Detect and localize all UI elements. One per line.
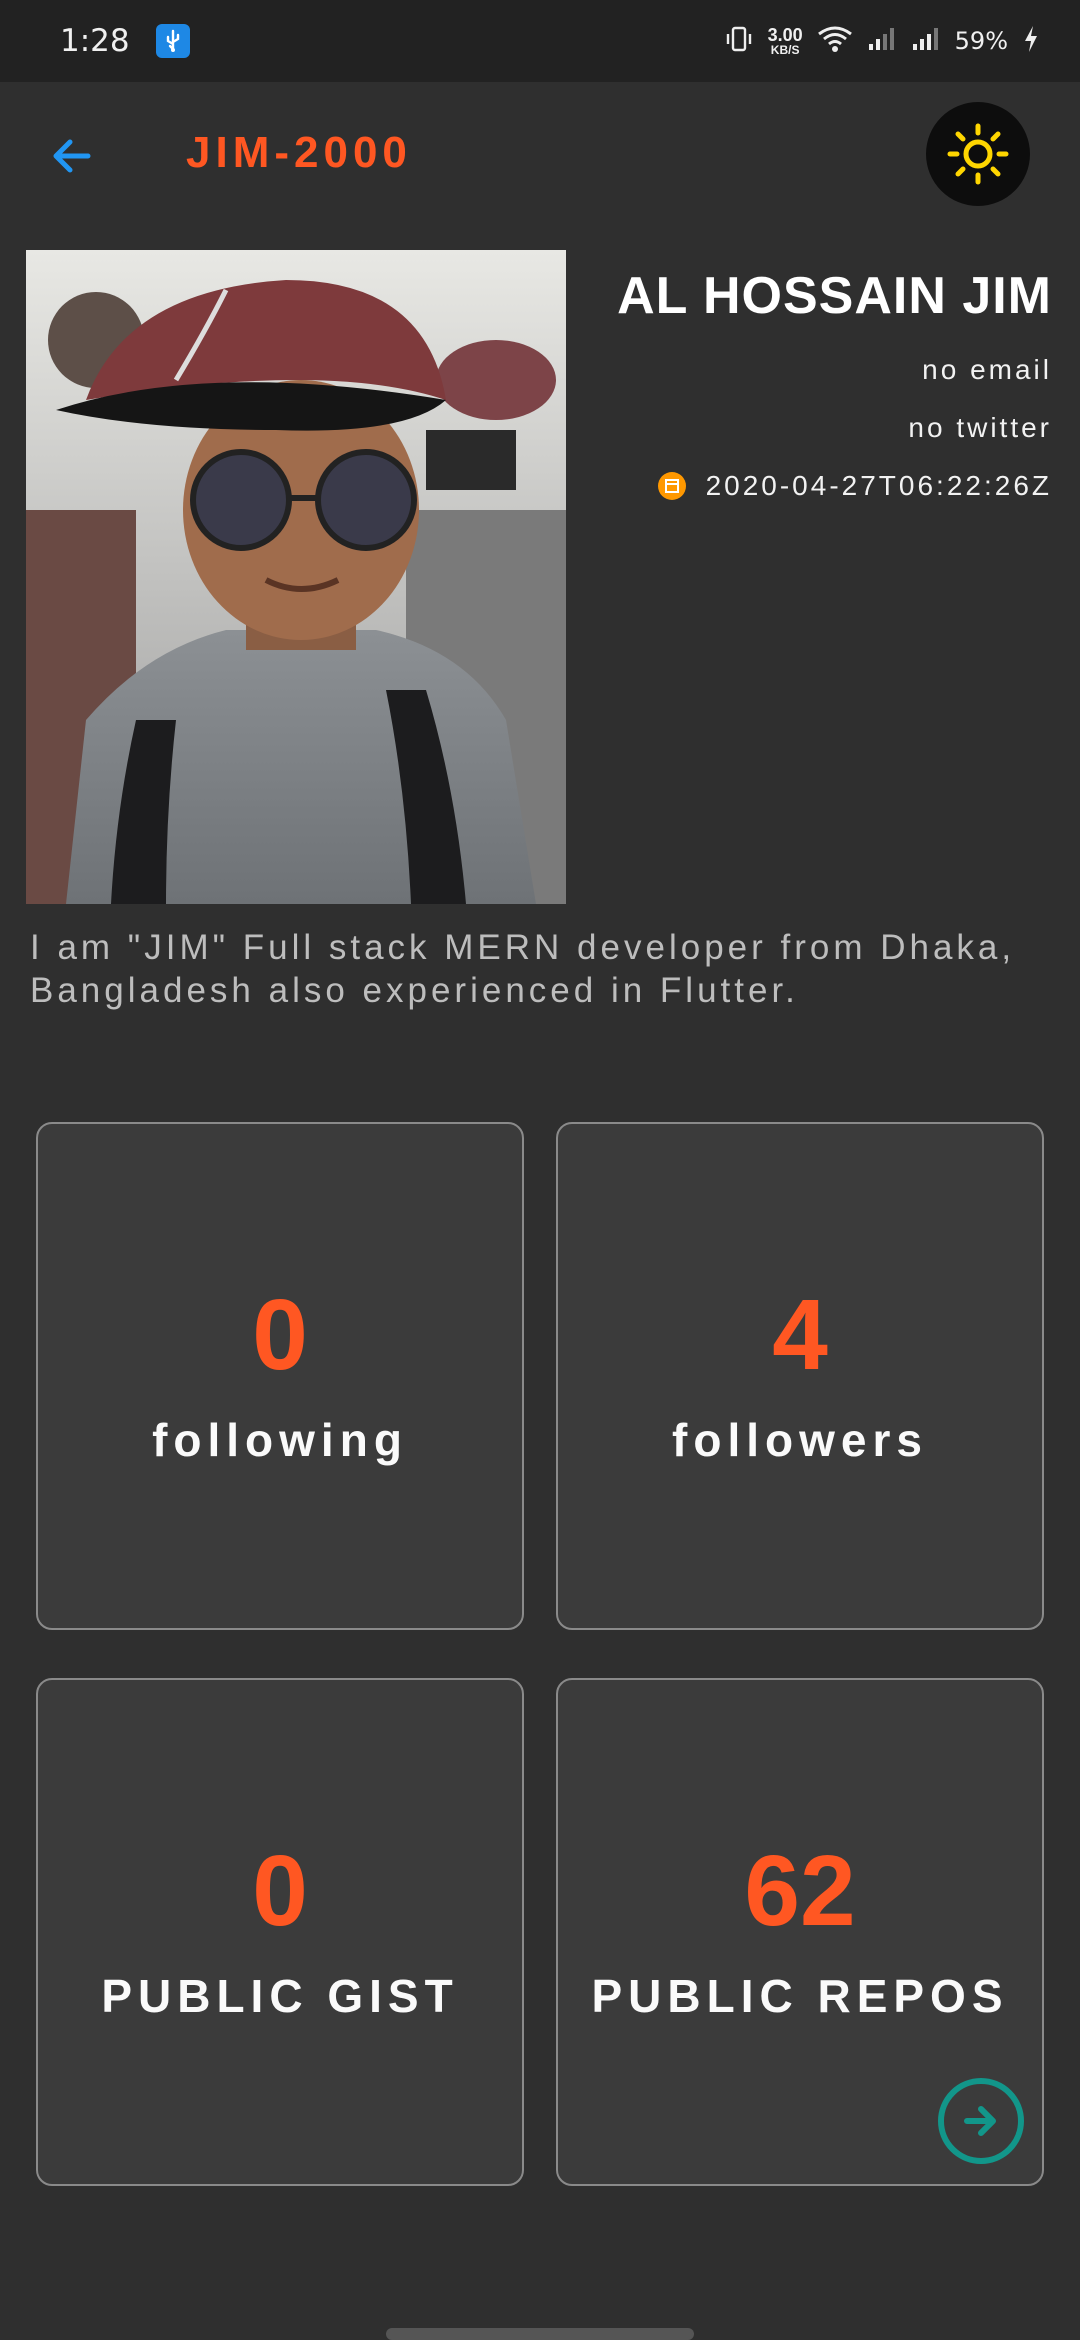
profile-info: AL HOSSAIN JIM no email no twitter 2020-… [617,266,1052,502]
charging-icon [1022,24,1040,59]
profile-name: AL HOSSAIN JIM [617,267,1052,325]
status-time: 1:28 [60,23,130,59]
public-gist-label: PUBLIC GIST [101,1970,459,2022]
network-speed: 3.00 KB/S [768,26,803,56]
following-count: 0 [252,1279,308,1391]
app-bar: JIM-2000 [0,82,1080,228]
followers-label: followers [672,1414,928,1466]
home-indicator[interactable] [386,2328,694,2340]
arrow-right-icon [964,2106,996,2136]
following-card[interactable]: 0 following [36,1122,524,1630]
profile-email: no email [922,354,1052,385]
vibrate-icon [724,24,754,59]
wifi-icon [817,24,853,59]
public-repos-card[interactable]: 62 PUBLIC REPOS [556,1678,1044,2186]
network-speed-value: 3.00 [767,25,803,45]
public-gist-card[interactable]: 0 PUBLIC GIST [36,1678,524,2186]
back-arrow-icon [53,139,91,173]
status-bar: 1:28 3.00 KB/S 59% [0,0,1080,82]
public-repos-count: 62 [744,1835,856,1947]
calendar-icon [657,472,686,500]
profile-created-row: 2020-04-27T06:22:26Z [617,470,1052,502]
profile-bio: I am "JIM" Full stack MERN developer fro… [30,928,1016,1010]
network-speed-unit: KB/S [770,43,800,57]
app-title: JIM-2000 [186,128,412,177]
sun-icon [947,123,1009,185]
public-repos-label: PUBLIC REPOS [591,1970,1009,2022]
signal-icon-sim2 [911,24,941,59]
signal-icon-sim1 [867,24,897,59]
battery-level: 59% [954,27,1008,55]
profile-created-date: 2020-04-27T06:22:26Z [705,470,1052,501]
usb-icon [155,24,190,58]
back-button[interactable] [40,124,104,188]
theme-toggle-button[interactable] [926,102,1030,206]
followers-card[interactable]: 4 followers [556,1122,1044,1630]
open-repos-button[interactable] [938,2078,1024,2164]
public-gist-count: 0 [252,1835,308,1947]
followers-count: 4 [772,1279,828,1391]
following-label: following [152,1414,408,1466]
profile-avatar [26,250,566,904]
profile-twitter: no twitter [908,412,1052,443]
